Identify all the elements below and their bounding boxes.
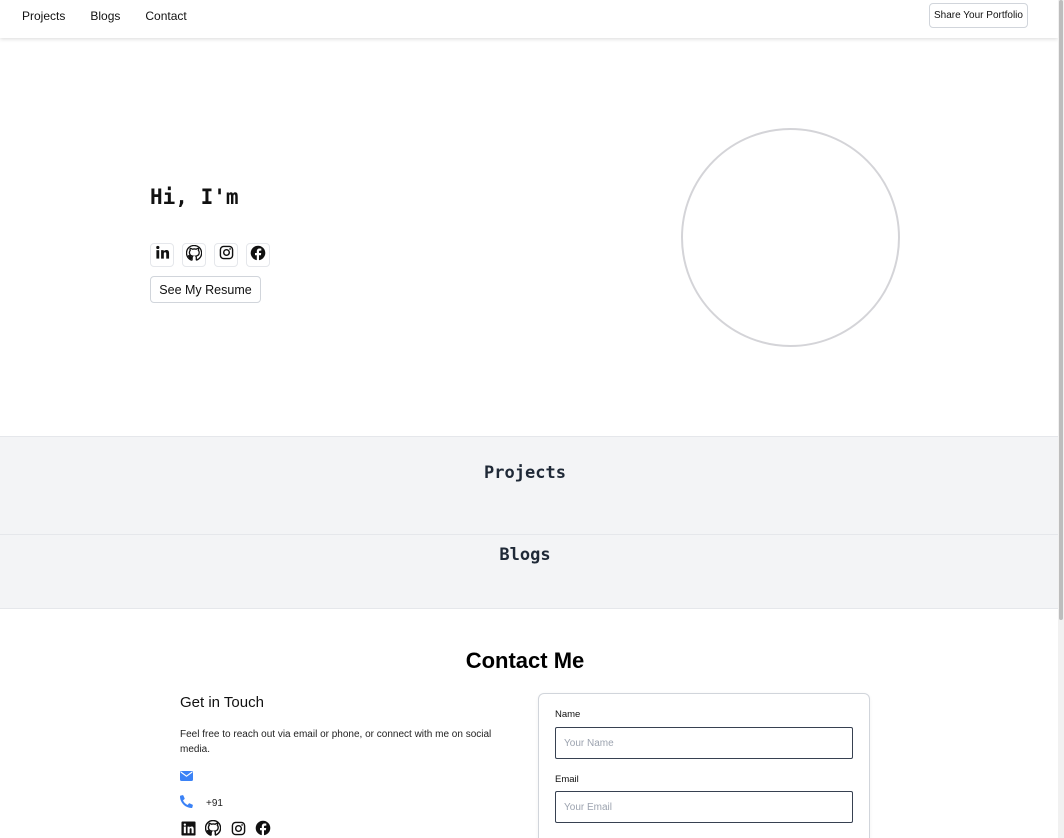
hero-section: Hi, I'm See My Resume <box>0 38 1058 436</box>
phone-icon <box>180 795 193 811</box>
hero-social-links <box>150 243 270 267</box>
contact-social-links <box>180 820 271 836</box>
page: Projects Blogs Contact Share Your Portfo… <box>0 0 1058 838</box>
navbar: Projects Blogs Contact Share Your Portfo… <box>0 0 1058 38</box>
scrollbar-thumb[interactable] <box>1059 0 1063 620</box>
contact-title: Contact Me <box>465 648 585 673</box>
github-icon <box>185 244 203 266</box>
projects-title: Projects <box>484 463 566 483</box>
profile-avatar <box>681 128 900 347</box>
blogs-section: Blogs <box>0 534 1058 609</box>
contact-section: Contact Me Get in Touch Feel free to rea… <box>0 609 1058 838</box>
name-input[interactable] <box>555 727 853 759</box>
hero-greeting: Hi, I'm <box>150 185 239 209</box>
contact-form: Name Email <box>538 693 870 838</box>
blogs-title: Blogs <box>499 545 551 565</box>
nav-link-contact[interactable]: Contact <box>145 9 186 23</box>
email-line <box>180 771 193 784</box>
nav-link-blogs[interactable]: Blogs <box>90 9 120 23</box>
share-portfolio-button[interactable]: Share Your Portfolio <box>929 3 1028 28</box>
github-button[interactable] <box>182 243 206 267</box>
projects-section: Projects <box>0 436 1058 534</box>
see-resume-button[interactable]: See My Resume <box>150 276 261 303</box>
linkedin-button[interactable] <box>150 243 174 267</box>
name-label: Name <box>555 709 581 720</box>
page-scrollbar[interactable] <box>1058 0 1064 838</box>
facebook-icon <box>250 245 266 266</box>
facebook-button[interactable] <box>246 243 270 267</box>
phone-number: +91 <box>206 797 223 809</box>
nav-link-projects[interactable]: Projects <box>22 9 65 23</box>
get-in-touch-heading: Get in Touch <box>180 694 264 711</box>
email-label: Email <box>555 774 579 785</box>
envelope-icon <box>180 771 193 784</box>
nav-links: Projects Blogs Contact <box>22 9 187 23</box>
instagram-icon <box>219 245 234 265</box>
github-icon[interactable] <box>205 820 221 836</box>
instagram-button[interactable] <box>214 243 238 267</box>
contact-description: Feel free to reach out via email or phon… <box>180 729 492 755</box>
email-input[interactable] <box>555 791 853 823</box>
facebook-icon[interactable] <box>255 820 271 836</box>
linkedin-icon[interactable] <box>180 820 196 836</box>
linkedin-icon <box>155 245 170 265</box>
phone-line: +91 <box>180 795 223 811</box>
instagram-icon[interactable] <box>230 820 246 836</box>
